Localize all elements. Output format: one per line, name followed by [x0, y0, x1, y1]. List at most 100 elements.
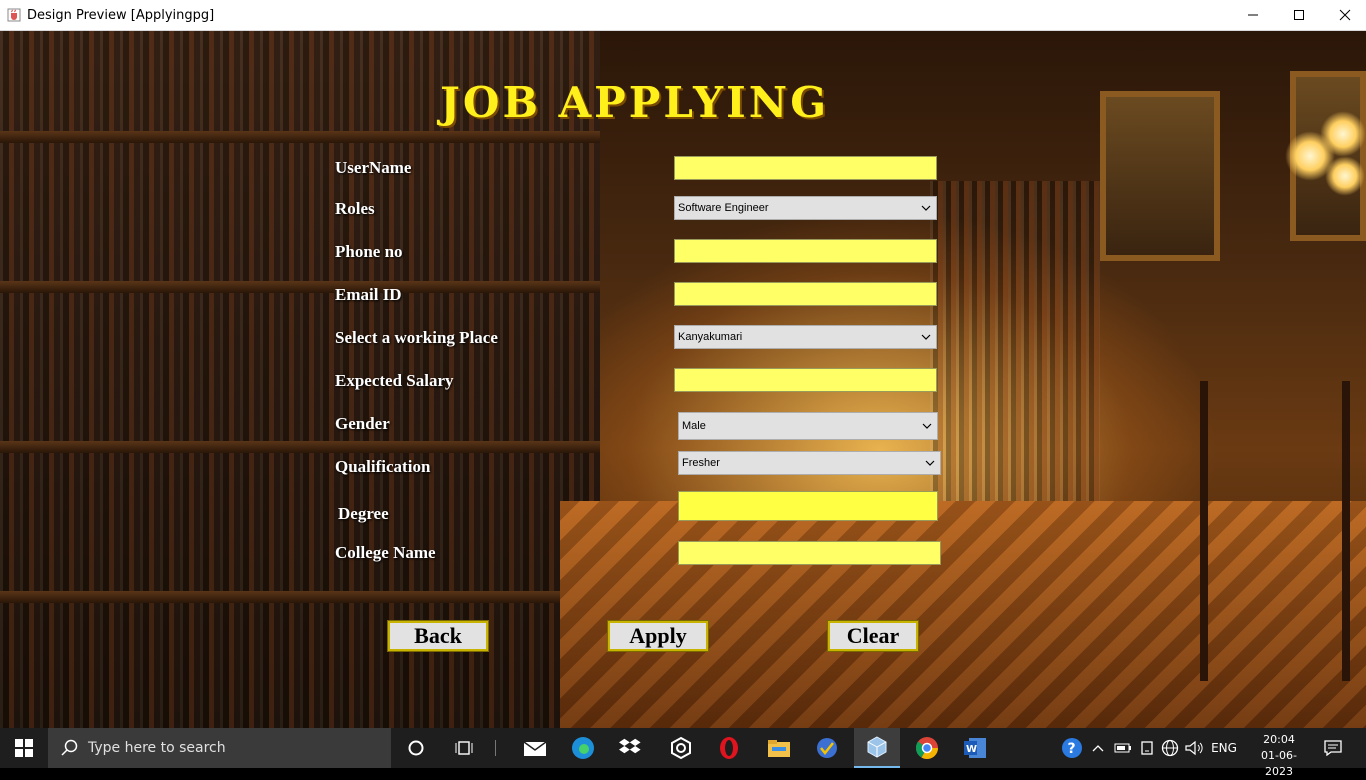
qualification-select-value: Fresher — [682, 457, 720, 469]
clock-time: 20:04 — [1263, 733, 1295, 746]
roles-label: Roles — [335, 199, 375, 218]
degree-field[interactable] — [678, 491, 938, 521]
chevron-down-icon — [921, 205, 931, 211]
edge-icon — [572, 737, 594, 759]
back-button[interactable]: Back — [387, 620, 489, 652]
cortana-button[interactable] — [396, 728, 436, 768]
salary-label: Expected Salary — [335, 371, 454, 390]
search-icon — [61, 739, 78, 756]
dropbox-icon — [619, 738, 641, 754]
java-app-icon — [867, 736, 887, 758]
salary-field[interactable] — [674, 368, 937, 392]
working-place-label: Select a working Place — [335, 328, 498, 347]
word-icon: W — [964, 738, 986, 758]
working-place-select-value: Kanyakumari — [678, 331, 743, 343]
help-icon: ? — [1062, 738, 1082, 758]
java-app[interactable] — [854, 728, 900, 768]
maximize-button[interactable] — [1276, 0, 1322, 30]
svg-text:?: ? — [1068, 741, 1076, 757]
svg-text:W: W — [966, 744, 977, 755]
clock-date: 01-06-2023 — [1261, 749, 1297, 778]
shelf-board — [0, 441, 600, 453]
gender-label: Gender — [335, 414, 390, 433]
minimize-button[interactable] — [1230, 0, 1276, 30]
notifications-button[interactable] — [1316, 728, 1350, 768]
gender-select-value: Male — [682, 420, 706, 432]
email-field[interactable] — [674, 282, 937, 306]
java-cup-icon — [7, 8, 21, 22]
phone-field[interactable] — [674, 239, 937, 263]
taskbar-clock[interactable]: 20:04 01-06-2023 — [1252, 732, 1306, 780]
qualification-select[interactable]: Fresher — [678, 451, 941, 475]
chevron-up-icon — [1092, 745, 1104, 752]
search-placeholder: Type here to search — [88, 740, 226, 756]
apply-button[interactable]: Apply — [607, 620, 709, 652]
task-view-icon — [455, 741, 473, 755]
globe-icon — [1161, 739, 1179, 757]
bookshelf-right — [930, 181, 1100, 531]
notification-icon — [1324, 740, 1342, 756]
help-tray-button[interactable]: ? — [1058, 728, 1086, 768]
chevron-down-icon — [921, 334, 931, 340]
username-label: UserName — [335, 158, 412, 177]
speaker-icon — [1185, 740, 1203, 756]
username-field[interactable] — [674, 156, 937, 180]
device-tray-button[interactable] — [1136, 728, 1158, 768]
mail-icon — [523, 741, 547, 756]
working-place-select[interactable]: Kanyakumari — [674, 325, 937, 349]
chevron-down-icon — [925, 460, 935, 466]
close-icon — [1339, 9, 1351, 21]
chrome-app[interactable] — [904, 728, 950, 768]
battery-tray-button[interactable] — [1112, 728, 1134, 768]
shelf-board — [0, 591, 600, 603]
chevron-down-icon — [922, 423, 932, 429]
network-tray-button[interactable] — [1158, 728, 1182, 768]
window-title: Design Preview [Applyingpg] — [27, 8, 215, 23]
volume-tray-button[interactable] — [1182, 728, 1206, 768]
maximize-icon — [1294, 10, 1304, 20]
edge-app[interactable] — [560, 728, 606, 768]
shelf-board — [0, 281, 600, 293]
language-indicator[interactable]: ENG — [1208, 728, 1240, 768]
roles-select-value: Software Engineer — [678, 202, 769, 214]
clear-button[interactable]: Clear — [827, 620, 919, 652]
taskbar-search-box[interactable]: Type here to search — [48, 728, 391, 768]
task-view-button[interactable] — [444, 728, 484, 768]
show-hidden-icons-button[interactable] — [1088, 728, 1108, 768]
vpn-icon — [817, 738, 837, 758]
close-button[interactable] — [1322, 0, 1366, 30]
battery-icon — [1114, 743, 1131, 753]
phone-label: Phone no — [335, 242, 403, 261]
cortana-circle-icon — [408, 740, 424, 756]
qualification-label: Qualification — [335, 457, 431, 476]
shelf-board — [0, 131, 600, 143]
start-button[interactable] — [0, 728, 48, 768]
chrome-icon — [915, 737, 938, 759]
gender-select[interactable]: Male — [678, 412, 938, 440]
roles-select[interactable]: Software Engineer — [674, 196, 937, 220]
college-label: College Name — [335, 543, 436, 562]
lamp-light — [1325, 156, 1365, 196]
degree-label: Degree — [338, 504, 389, 523]
opera-icon — [720, 737, 738, 759]
mail-app[interactable] — [512, 728, 558, 768]
windows-logo-icon — [15, 739, 33, 757]
college-field[interactable] — [678, 541, 941, 565]
email-label: Email ID — [335, 285, 402, 304]
page-heading: JOB APPLYING — [440, 78, 830, 127]
lens-app[interactable] — [658, 728, 704, 768]
dropbox-app[interactable] — [608, 728, 654, 768]
taskbar: Type here to search W ? ENG 20:04 01-06-… — [0, 728, 1366, 778]
file-explorer-app[interactable] — [756, 728, 802, 768]
lens-icon — [671, 736, 691, 760]
taskbar-divider — [495, 740, 496, 756]
device-icon — [1141, 741, 1153, 755]
opera-app[interactable] — [706, 728, 752, 768]
painting-frame — [1100, 91, 1220, 261]
vpn-app[interactable] — [804, 728, 850, 768]
word-app[interactable]: W — [952, 728, 998, 768]
wooden-chair — [1200, 381, 1350, 681]
window-titlebar: Design Preview [Applyingpg] — [0, 0, 1366, 31]
lamp-light — [1320, 111, 1366, 157]
file-explorer-icon — [768, 740, 790, 757]
